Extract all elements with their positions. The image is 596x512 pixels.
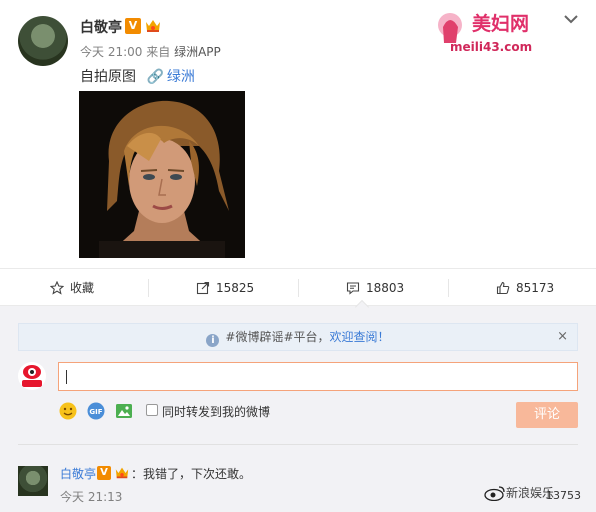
repost-icon	[196, 281, 210, 295]
close-icon[interactable]: ×	[557, 324, 568, 350]
info-icon: i	[206, 334, 220, 347]
author-avatar[interactable]	[18, 16, 68, 66]
my-avatar[interactable]	[18, 362, 46, 390]
gif-icon[interactable]: GIF	[86, 401, 106, 421]
watermark-url: meili43.com	[450, 40, 532, 54]
like-button[interactable]: 85173	[496, 269, 554, 307]
submit-comment-button[interactable]: 评论	[516, 402, 578, 428]
author-name[interactable]: 白敬亭	[80, 17, 122, 37]
source-prefix: 来自	[146, 45, 171, 59]
weibo-logo-icon	[484, 485, 505, 501]
chevron-down-icon[interactable]	[562, 12, 580, 26]
notice-text: #微博辟谣#平台，	[225, 330, 330, 344]
post-link[interactable]: 🔗 绿洲	[140, 69, 194, 85]
action-bar: 收藏 15825 18803 85173	[0, 268, 596, 306]
repost-checkbox[interactable]	[146, 404, 158, 416]
watermark-logo: 美妇网 meili43.com	[438, 12, 532, 54]
post-text: 自拍原图	[80, 69, 136, 85]
verified-badge-icon: V	[97, 466, 111, 480]
action-separator	[448, 279, 449, 297]
comment-divider	[18, 444, 578, 445]
repost-button[interactable]: 15825	[196, 269, 254, 307]
comment-button[interactable]: 18803	[346, 269, 404, 307]
vip-crown-icon	[146, 20, 160, 32]
star-icon	[50, 281, 64, 295]
comment-author-name[interactable]: 白敬亭	[60, 465, 96, 482]
repost-label[interactable]: 同时转发到我的微博	[162, 403, 270, 420]
vip-crown-icon	[115, 467, 129, 479]
action-separator	[148, 279, 149, 297]
thumb-up-icon	[496, 281, 510, 295]
comment-input[interactable]	[58, 362, 578, 391]
sina-ent-watermark: 新浪娱乐	[484, 484, 554, 501]
action-separator	[298, 279, 299, 297]
post-body: 自拍原图 🔗 绿洲	[80, 66, 195, 86]
emoji-icon[interactable]	[58, 401, 78, 421]
post-source[interactable]: 绿洲APP	[174, 45, 221, 59]
link-icon: 🔗	[146, 69, 164, 85]
like-count: 85173	[516, 281, 555, 295]
notice-link[interactable]: 欢迎查阅！	[330, 330, 390, 344]
post-photo[interactable]	[79, 91, 245, 258]
favorite-label: 收藏	[70, 281, 95, 295]
image-icon[interactable]	[114, 401, 134, 421]
post-meta: 今天 21:00 来自 绿洲APP	[80, 43, 221, 60]
comment-author-avatar[interactable]	[18, 466, 48, 496]
text-caret	[66, 370, 67, 384]
rumor-notice: i #微博辟谣#平台，欢迎查阅！ ×	[18, 323, 578, 351]
comment-icon	[346, 282, 360, 295]
favorite-button[interactable]: 收藏	[50, 269, 94, 307]
post-time[interactable]: 今天 21:00	[80, 45, 142, 59]
comment-text: ：我错了，下次还敢。	[131, 467, 252, 481]
verified-badge-icon: V	[125, 18, 141, 34]
comment-like-count: 13753	[546, 489, 581, 502]
comment-count: 18803	[366, 281, 405, 295]
comment-time: 今天 21:13	[60, 490, 123, 504]
watermark-title: 美妇网	[472, 12, 529, 35]
repost-count: 15825	[216, 281, 255, 295]
svg-text:GIF: GIF	[89, 408, 102, 416]
